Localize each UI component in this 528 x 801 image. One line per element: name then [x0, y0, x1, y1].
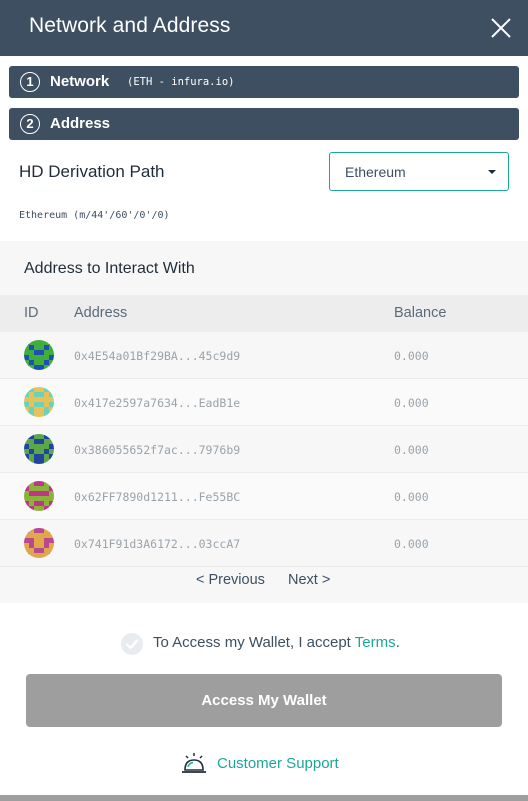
identicon-icon	[24, 481, 54, 511]
modal-title: Network and Address	[29, 14, 231, 37]
row-balance: 0.000	[394, 490, 429, 504]
row-balance: 0.000	[394, 443, 429, 457]
column-balance: Balance	[394, 305, 447, 321]
row-address: 0x741F91d3A6172...03ccA7	[74, 537, 241, 551]
identicon-icon	[24, 387, 54, 417]
avatar	[24, 481, 54, 511]
step-label: Address	[50, 115, 111, 132]
table-row[interactable]: 0x62FF7890d1211...Fe55BC 0.000	[0, 473, 528, 520]
address-list: 0x4E54a01Bf29BA...45c9d9 0.000 0x417e259…	[0, 332, 528, 567]
identicon-icon	[24, 434, 54, 464]
column-address: Address	[74, 305, 128, 321]
step-address[interactable]: 2 Address	[9, 108, 519, 140]
step-label: Network	[50, 73, 110, 90]
table-row[interactable]: 0x741F91d3A6172...03ccA7 0.000	[0, 520, 528, 567]
table-row[interactable]: 0x386055652f7ac...7976b9 0.000	[0, 426, 528, 473]
derivation-path-note: Ethereum (m/44'/60'/0'/0)	[19, 210, 170, 221]
derivation-path-select[interactable]: Ethereum	[329, 152, 509, 191]
caret-down-icon	[488, 170, 496, 174]
accept-terms-label: To Access my Wallet, I accept	[153, 634, 355, 651]
access-wallet-button[interactable]: Access My Wallet	[26, 674, 502, 727]
table-row[interactable]: 0x417e2597a7634...EadB1e 0.000	[0, 379, 528, 426]
address-panel: Address to Interact With ID Address Bala…	[0, 241, 528, 603]
step-number: 2	[20, 114, 40, 134]
step-network[interactable]: 1 Network (ETH - infura.io)	[9, 66, 519, 98]
hd-derivation-label: HD Derivation Path	[19, 162, 165, 181]
check-icon	[125, 639, 139, 650]
avatar	[24, 387, 54, 417]
row-address: 0x62FF7890d1211...Fe55BC	[74, 490, 241, 504]
row-address: 0x417e2597a7634...EadB1e	[74, 396, 241, 410]
previous-page-link[interactable]: < Previous	[196, 572, 265, 588]
accept-terms-suffix: .	[395, 634, 400, 651]
row-address: 0x386055652f7ac...7976b9	[74, 443, 241, 457]
next-page-link[interactable]: Next >	[288, 572, 330, 588]
step-number: 1	[20, 72, 40, 92]
table-row[interactable]: 0x4E54a01Bf29BA...45c9d9 0.000	[0, 332, 528, 379]
table-header: ID Address Balance	[0, 295, 528, 332]
bell-icon[interactable]	[181, 752, 207, 776]
address-panel-title: Address to Interact With	[24, 260, 195, 277]
column-id: ID	[24, 305, 39, 321]
row-balance: 0.000	[394, 537, 429, 551]
modal-header: Network and Address	[0, 0, 528, 56]
terms-link[interactable]: Terms	[355, 634, 396, 651]
bottom-edge	[0, 795, 528, 801]
row-balance: 0.000	[394, 396, 429, 410]
identicon-icon	[24, 340, 54, 370]
customer-support-link[interactable]: Customer Support	[217, 755, 339, 772]
network-detail: (ETH - infura.io)	[127, 76, 235, 88]
close-icon[interactable]	[489, 16, 513, 40]
row-balance: 0.000	[394, 349, 429, 363]
avatar	[24, 528, 54, 558]
identicon-icon	[24, 528, 54, 558]
row-address: 0x4E54a01Bf29BA...45c9d9	[74, 349, 241, 363]
select-value: Ethereum	[345, 164, 406, 180]
accept-checkbox[interactable]	[121, 633, 143, 655]
accept-terms-text: To Access my Wallet, I accept Terms.	[153, 634, 400, 651]
avatar	[24, 340, 54, 370]
avatar	[24, 434, 54, 464]
